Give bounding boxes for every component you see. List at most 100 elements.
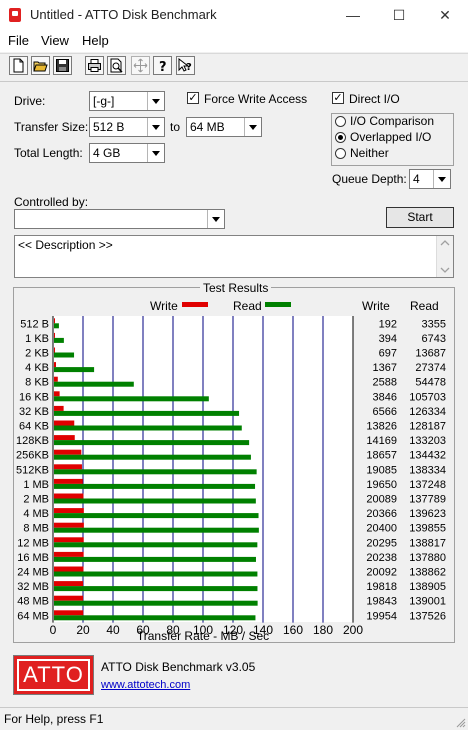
category-label: 4 MB [23,508,49,520]
read-value: 105703 [409,391,446,403]
write-bar [54,318,55,324]
write-bar [54,449,82,455]
read-bar [54,337,64,343]
read-value: 133203 [409,435,446,447]
read-bar [54,381,134,387]
category-label: 16 KB [19,391,49,403]
x-tick-label: 200 [343,623,363,637]
category-label: 16 MB [17,552,49,564]
x-tick-label: 0 [50,623,57,637]
category-label: 48 MB [17,596,49,608]
write-bar [54,610,84,616]
read-value: 27374 [415,362,446,374]
read-bar [54,586,258,592]
transfer-rate-chart: 512 B 1 KB 2 KB 4 KB 8 KB 16 KB 32 KB 64 KB 128K… [16,299,446,643]
write-bar [54,332,55,338]
column-header-write: Write [362,299,390,313]
legend-write-label: Write [150,299,178,313]
read-value: 13687 [415,348,446,360]
website-link[interactable]: www.attotech.com [101,679,190,691]
read-bar [54,367,95,373]
status-text: For Help, press F1 [4,712,104,726]
category-label: 4 KB [25,362,49,374]
read-bar [54,615,256,621]
write-value: 19085 [366,464,397,476]
resize-grip-icon[interactable] [456,718,466,728]
read-value: 134432 [409,450,446,462]
read-bar [54,440,250,446]
read-value: 139001 [409,596,446,608]
write-value: 394 [379,333,397,345]
category-label: 1 KB [25,333,49,345]
read-bar [54,483,256,489]
read-bar [54,556,256,562]
write-bar [54,405,64,411]
write-bar [54,566,84,572]
write-bar [54,493,84,499]
category-label: 32 KB [19,406,49,418]
atto-logo-text: ATTO [17,659,90,691]
write-bar [54,595,84,601]
legend-read-label: Read [233,299,262,313]
write-value: 19650 [366,479,397,491]
read-bar [54,425,242,431]
write-bar [54,581,84,587]
write-value: 20092 [366,567,397,579]
write-value: 13826 [366,421,397,433]
category-label: 32 MB [17,581,49,593]
write-bar [54,551,84,557]
read-value: 138817 [409,537,446,549]
write-bar [54,508,84,514]
read-value: 139623 [409,508,446,520]
legend-write-swatch [182,302,208,307]
write-value: 14169 [366,435,397,447]
column-header-read: Read [410,299,439,313]
read-value: 138905 [409,581,446,593]
x-tick-label: 20 [76,623,90,637]
write-value: 18657 [366,450,397,462]
app-version: ATTO Disk Benchmark v3.05 [101,660,256,674]
read-bar [54,410,240,416]
write-bar [54,347,56,353]
write-value: 19954 [366,610,397,622]
read-value: 137880 [409,552,446,564]
read-bar [54,542,258,548]
category-label: 128KB [16,435,49,447]
write-value: 20238 [366,552,397,564]
write-bar [54,391,60,397]
category-label: 8 KB [25,377,49,389]
write-value: 20366 [366,508,397,520]
write-bar [54,522,84,528]
category-label: 1 MB [23,479,49,491]
read-value: 137789 [409,494,446,506]
read-bar [54,498,256,504]
x-tick-label: 180 [313,623,333,637]
read-value: 126334 [409,406,446,418]
atto-logo: ATTO [13,655,94,695]
category-label: 64 MB [17,610,49,622]
write-value: 1367 [373,362,397,374]
write-bar [54,420,75,426]
category-label: 64 KB [19,421,49,433]
write-bar [54,537,84,543]
write-value: 20400 [366,523,397,535]
write-bar [54,478,83,484]
write-value: 19818 [366,581,397,593]
write-value: 20089 [366,494,397,506]
read-bar [54,323,59,329]
read-bar [54,396,209,402]
x-tick-label: 40 [106,623,120,637]
write-bar [54,362,57,368]
write-value: 20295 [366,537,397,549]
read-bar [54,469,257,475]
category-label: 2 KB [25,348,49,360]
read-value: 6743 [422,333,446,345]
read-value: 137526 [409,610,446,622]
read-bar [54,352,75,358]
category-label: 24 MB [17,567,49,579]
read-bar [54,600,258,606]
x-tick-label: 160 [283,623,303,637]
read-value: 137248 [409,479,446,491]
category-label: 12 MB [17,537,49,549]
read-value: 128187 [409,421,446,433]
